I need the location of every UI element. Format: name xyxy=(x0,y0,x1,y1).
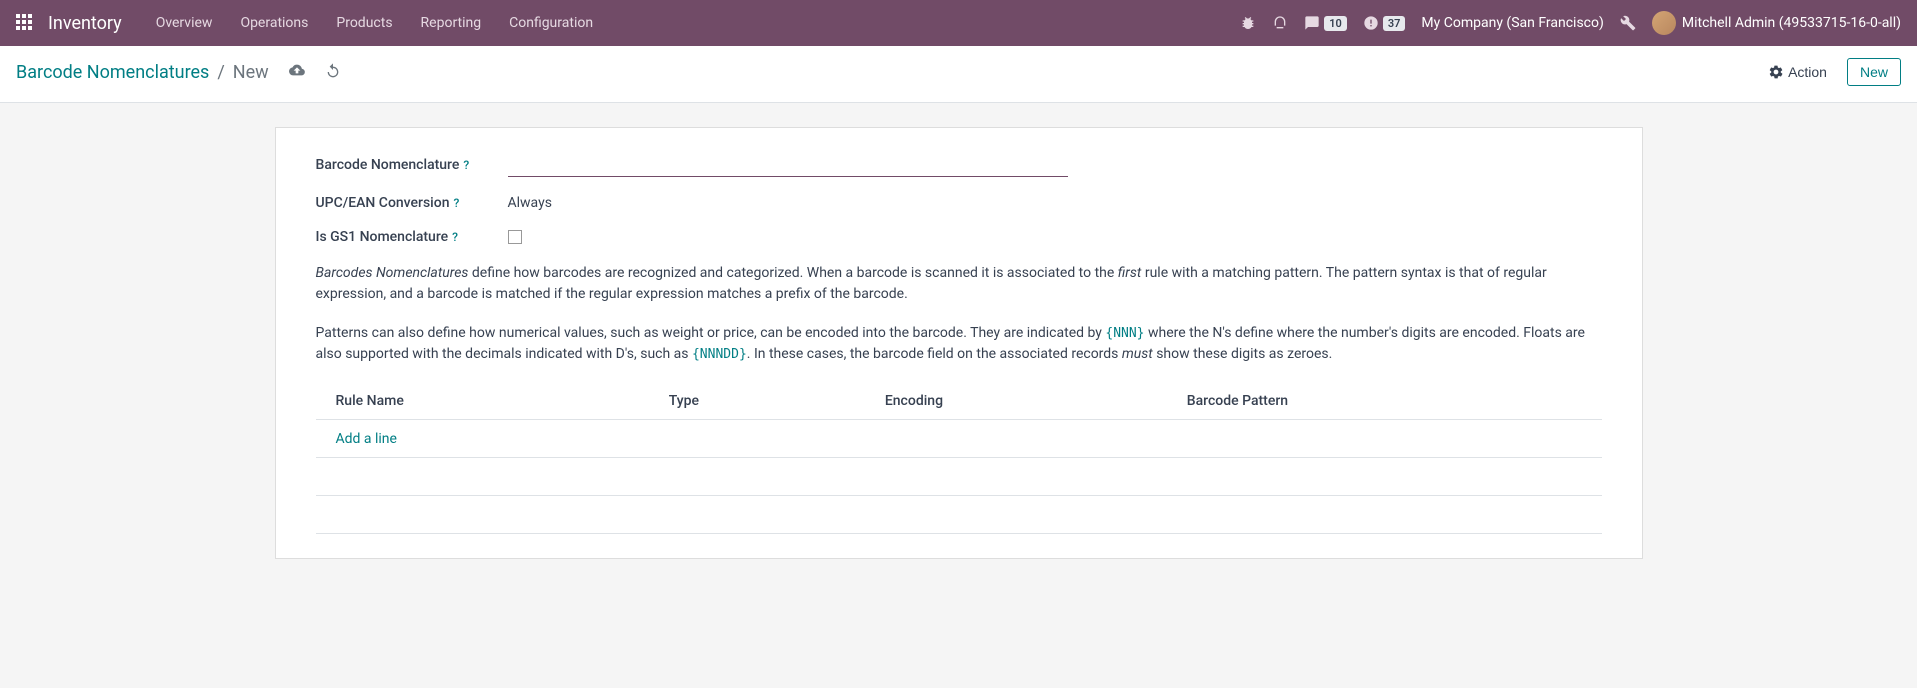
table-row: Add a line xyxy=(316,420,1602,458)
action-label: Action xyxy=(1788,64,1827,80)
control-panel-right: Action New xyxy=(1758,58,1901,86)
menu-overview[interactable]: Overview xyxy=(142,0,227,46)
label-conversion: UPC/EAN Conversion ? xyxy=(316,195,508,211)
main-navbar: Inventory Overview Operations Products R… xyxy=(0,0,1917,46)
user-name: Mitchell Admin (49533715-16-0-all) xyxy=(1682,15,1901,31)
breadcrumb: Barcode Nomenclatures / New xyxy=(16,62,341,83)
breadcrumb-sep: / xyxy=(217,62,224,83)
control-panel: Barcode Nomenclatures / New Action New xyxy=(0,46,1917,103)
menu-configuration[interactable]: Configuration xyxy=(495,0,607,46)
content-area: Barcode Nomenclature ? UPC/EAN Conversio… xyxy=(259,127,1659,559)
messages-badge: 10 xyxy=(1324,16,1347,31)
add-line-link[interactable]: Add a line xyxy=(336,431,397,447)
col-pattern[interactable]: Barcode Pattern xyxy=(1167,383,1602,420)
table-row-empty xyxy=(316,458,1602,496)
nomenclature-input[interactable] xyxy=(508,152,1068,177)
activities-icon[interactable]: 37 xyxy=(1363,15,1406,31)
help-paragraph-1: Barcodes Nomenclatures define how barcod… xyxy=(316,263,1602,305)
tools-icon[interactable] xyxy=(1620,15,1636,31)
user-menu[interactable]: Mitchell Admin (49533715-16-0-all) xyxy=(1652,11,1901,35)
rules-table: Rule Name Type Encoding Barcode Pattern … xyxy=(316,383,1602,534)
new-button[interactable]: New xyxy=(1847,58,1901,86)
debug-icon[interactable] xyxy=(1240,15,1256,31)
help-icon[interactable]: ? xyxy=(452,230,458,244)
nav-left: Inventory Overview Operations Products R… xyxy=(16,0,607,46)
company-selector[interactable]: My Company (San Francisco) xyxy=(1421,15,1603,31)
table-row-empty xyxy=(316,496,1602,534)
breadcrumb-parent[interactable]: Barcode Nomenclatures xyxy=(16,62,209,83)
gs1-checkbox[interactable] xyxy=(508,230,522,244)
menu-products[interactable]: Products xyxy=(322,0,406,46)
col-type[interactable]: Type xyxy=(649,383,865,420)
col-encoding[interactable]: Encoding xyxy=(865,383,1167,420)
label-nomenclature: Barcode Nomenclature ? xyxy=(316,157,508,173)
save-cloud-icon[interactable] xyxy=(289,62,305,83)
label-gs1: Is GS1 Nomenclature ? xyxy=(316,229,508,245)
col-rule-name[interactable]: Rule Name xyxy=(316,383,649,420)
menu-operations[interactable]: Operations xyxy=(226,0,322,46)
avatar xyxy=(1652,11,1676,35)
messages-icon[interactable]: 10 xyxy=(1304,15,1347,31)
help-paragraph-2: Patterns can also define how numerical v… xyxy=(316,323,1602,365)
breadcrumb-current: New xyxy=(233,62,269,83)
conversion-select[interactable]: Always xyxy=(508,195,552,211)
gear-icon xyxy=(1768,64,1784,80)
table-header-row: Rule Name Type Encoding Barcode Pattern xyxy=(316,383,1602,420)
row-gs1: Is GS1 Nomenclature ? xyxy=(316,229,1602,245)
help-icon[interactable]: ? xyxy=(454,196,460,210)
app-brand[interactable]: Inventory xyxy=(48,13,122,34)
action-button[interactable]: Action xyxy=(1758,58,1837,86)
activities-badge: 37 xyxy=(1383,16,1406,31)
help-icon[interactable]: ? xyxy=(463,158,469,172)
discard-icon[interactable] xyxy=(325,62,341,83)
nav-right: 10 37 My Company (San Francisco) Mitchel… xyxy=(1240,11,1901,35)
apps-icon[interactable] xyxy=(16,14,34,32)
form-sheet: Barcode Nomenclature ? UPC/EAN Conversio… xyxy=(275,127,1643,559)
row-nomenclature: Barcode Nomenclature ? xyxy=(316,152,1602,177)
row-conversion: UPC/EAN Conversion ? Always xyxy=(316,195,1602,211)
menu-reporting[interactable]: Reporting xyxy=(407,0,496,46)
support-icon[interactable] xyxy=(1272,15,1288,31)
